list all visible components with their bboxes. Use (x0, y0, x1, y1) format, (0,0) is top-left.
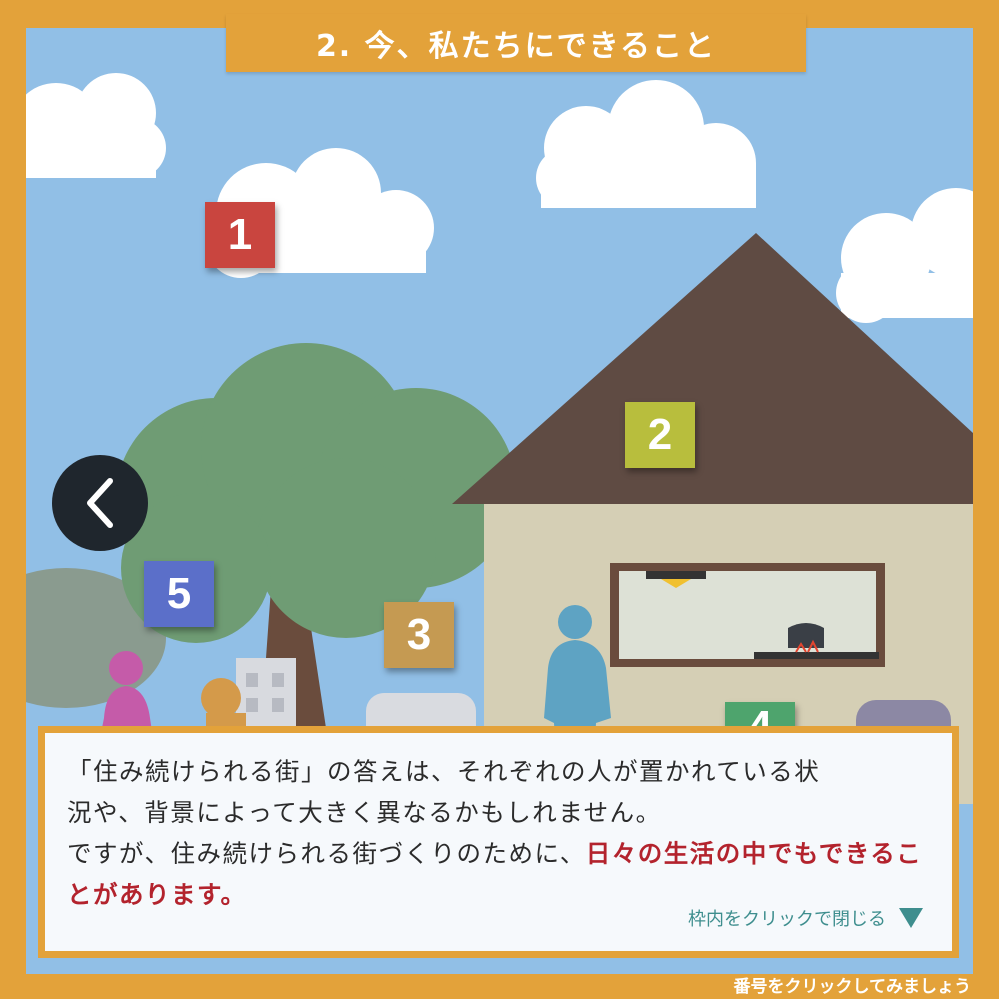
dialog-text: 「住み続けられる街」の答えは、それぞれの人が置かれている状 況や、背景によって大… (67, 751, 937, 915)
dialog-line-2: 況や、背景によって大きく異なるかもしれません。 (67, 798, 662, 827)
marker-5[interactable]: 5 (144, 561, 214, 627)
marker-1[interactable]: 1 (205, 202, 275, 268)
stove (754, 652, 879, 659)
cloud-right-top (536, 80, 756, 208)
tree (116, 343, 516, 728)
info-dialog[interactable]: 「住み続けられる街」の答えは、それぞれの人が置かれている状 況や、背景によって大… (38, 726, 959, 958)
close-hint-label: 枠内をクリックで閉じる (688, 909, 886, 930)
page-frame: 1 2 3 4 5 2. 今、私たちにできること 「住み続けられる街」の答えは、… (0, 0, 999, 999)
marker-3[interactable]: 3 (384, 602, 454, 668)
ceiling-light (646, 571, 706, 579)
cloud-left (26, 73, 166, 178)
window-pane (619, 571, 876, 659)
chevron-left-icon (87, 478, 113, 528)
dialog-line-3: ですが、住み続けられる街づくりのために、 (67, 839, 586, 868)
pot-icon (788, 623, 824, 648)
back-button[interactable] (52, 455, 148, 551)
close-hint[interactable]: 枠内をクリックで閉じる (688, 905, 924, 931)
marker-2[interactable]: 2 (625, 402, 695, 468)
dialog-line-1: 「住み続けられる街」の答えは、それぞれの人が置かれている状 (67, 757, 821, 786)
cloud-right-edge (836, 188, 973, 323)
footer-hint: 番号をクリックしてみましょう (733, 977, 972, 997)
dialog-body[interactable]: 「住み続けられる街」の答えは、それぞれの人が置かれている状 況や、背景によって大… (45, 733, 952, 951)
page-title: 2. 今、私たちにできること (226, 14, 806, 72)
triangle-down-icon (899, 908, 923, 928)
